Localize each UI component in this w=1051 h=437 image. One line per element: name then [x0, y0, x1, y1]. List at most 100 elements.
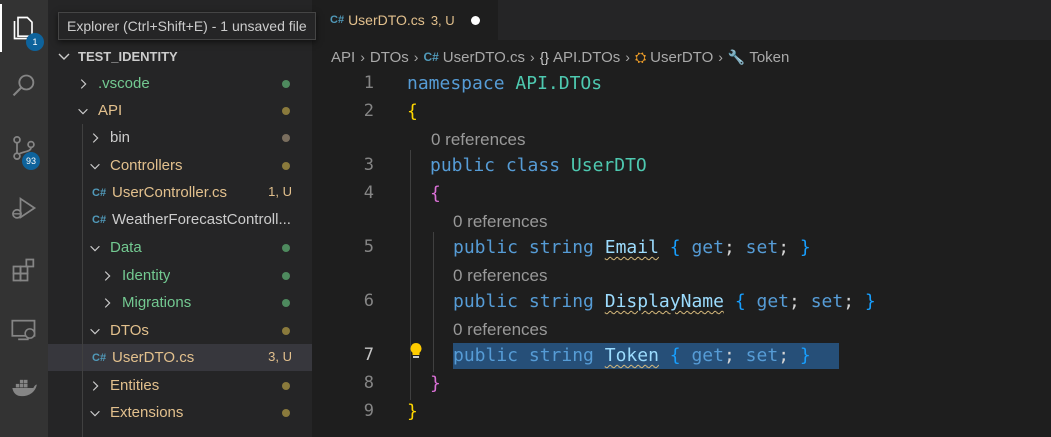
csharp-file-icon: C#	[92, 351, 107, 364]
codelens-references[interactable]: 0 references	[453, 266, 548, 286]
tree-item-label: Controllers	[110, 157, 183, 174]
workspace-header[interactable]: TEST_IDENTITY	[56, 45, 178, 67]
code-token: {	[669, 345, 681, 366]
tree-folder[interactable]: Identity	[48, 262, 312, 289]
line-number: 1	[363, 73, 374, 93]
git-status-dot	[282, 272, 290, 280]
code-token: get	[691, 345, 724, 366]
code-token: UserDTO	[570, 155, 647, 176]
code-token: Email	[604, 237, 659, 258]
tree-file[interactable]: C# UserDTO.cs 3, U	[48, 344, 312, 371]
code-token: ;	[789, 291, 800, 312]
code-token: public	[430, 155, 496, 176]
code-token: {	[734, 291, 746, 312]
code-token: ;	[723, 345, 735, 366]
breadcrumb-item[interactable]: UserDTO.cs	[443, 49, 525, 66]
explorer-activity-item[interactable]: 1	[0, 4, 48, 52]
code-token: }	[407, 401, 418, 422]
code-line-7[interactable]: public string Token { get; set; }	[453, 343, 811, 369]
docker-icon	[12, 379, 37, 397]
codelens-references[interactable]: 0 references	[431, 130, 526, 150]
explorer-sidebar: TEST_IDENTITY .vscode API bin Controllers C#…	[48, 0, 312, 437]
code-token: string	[528, 237, 594, 258]
csharp-file-icon: C#	[330, 14, 345, 26]
activity-bar: 1 93	[0, 0, 48, 437]
editor-area: C# UserDTO.cs 3, U API › DTOs › C# UserD…	[312, 0, 1051, 437]
code-line-6[interactable]: public string DisplayName { get; set; }	[453, 289, 876, 315]
code-line-2[interactable]: {	[407, 99, 418, 125]
run-debug-icon	[12, 197, 37, 219]
chevron-down-icon	[90, 245, 100, 251]
class-icon: ⛭	[634, 48, 647, 65]
tree-folder[interactable]: Extensions	[48, 399, 312, 426]
property-wrench-icon: 🔧	[727, 48, 746, 65]
code-line-8[interactable]: }	[430, 371, 441, 397]
code-token: }	[799, 237, 811, 258]
breadcrumb-item[interactable]: DTOs	[370, 49, 409, 66]
tree-folder[interactable]: API	[48, 97, 312, 124]
remote-explorer-activity-item[interactable]	[0, 306, 48, 354]
codelens-references[interactable]: 0 references	[453, 320, 548, 340]
git-status-dot	[282, 162, 290, 170]
tree-folder[interactable]: bin	[48, 124, 312, 151]
tab-label: UserDTO.cs	[348, 12, 425, 28]
code-line-4[interactable]: {	[430, 181, 441, 207]
tree-folder[interactable]: Controllers	[48, 152, 312, 179]
code-token: class	[505, 155, 561, 176]
tree-item-label: Identity	[122, 267, 171, 284]
tree-folder[interactable]: Data	[48, 234, 312, 261]
code-token: string	[528, 345, 594, 366]
code-token: Token	[604, 345, 659, 366]
code-token: namespace	[407, 73, 505, 94]
breadcrumb-item[interactable]: Token	[749, 49, 789, 66]
code-token: ;	[843, 291, 855, 312]
namespace-icon: {}	[539, 49, 550, 65]
csharp-file-icon: C#	[423, 50, 439, 64]
code-token: public	[453, 237, 519, 258]
indent-guide	[433, 232, 434, 372]
line-number: 3	[363, 155, 374, 175]
tree-indent-guide	[82, 124, 83, 437]
line-number: 2	[363, 101, 374, 121]
code-line-5[interactable]: public string Email { get; set; }	[453, 235, 811, 261]
breadcrumb-item[interactable]: API	[331, 49, 355, 66]
tab-status: 3, U	[430, 12, 455, 28]
breadcrumb-item[interactable]: API.DTOs	[553, 49, 620, 66]
code-token: {	[669, 237, 681, 258]
code-token: set	[745, 237, 779, 258]
tree-item-label: Migrations	[122, 294, 192, 311]
tree-folder[interactable]: DTOs	[48, 317, 312, 344]
git-status-dot	[282, 107, 290, 115]
source-control-activity-item[interactable]: 93	[0, 124, 48, 172]
chevron-right-icon: ›	[530, 49, 535, 65]
git-status-dot	[282, 80, 290, 88]
tree-folder[interactable]: Entities	[48, 372, 312, 399]
codelens-references[interactable]: 0 references	[453, 212, 548, 232]
tree-item-label: Entities	[110, 377, 160, 394]
search-activity-item[interactable]	[0, 62, 48, 110]
code-line-3[interactable]: public class UserDTO	[430, 153, 647, 179]
docker-activity-item[interactable]	[0, 364, 48, 412]
extensions-activity-item[interactable]	[0, 246, 48, 294]
tree-folder[interactable]: .vscode	[48, 70, 312, 97]
tree-file[interactable]: C# UserController.cs 1, U	[48, 179, 312, 206]
breadcrumb-item[interactable]: UserDTO	[650, 49, 713, 66]
chevron-right-icon: ›	[718, 49, 723, 65]
code-line-9[interactable]: }	[407, 399, 418, 425]
tree-item-label: DTOs	[110, 322, 149, 339]
code-line-1[interactable]: namespace API.DTOs	[407, 71, 602, 97]
tree-item-label: bin	[110, 129, 131, 146]
unsaved-dot-icon[interactable]	[470, 15, 480, 25]
tree-folder[interactable]: Migrations	[48, 289, 312, 316]
run-debug-activity-item[interactable]	[0, 184, 48, 232]
line-number: 4	[363, 183, 374, 203]
chevron-right-icon	[104, 297, 111, 308]
code-token: public	[453, 291, 519, 312]
lightbulb-icon[interactable]	[409, 342, 423, 360]
chevron-right-icon	[92, 380, 99, 391]
tab-userdto[interactable]: C# UserDTO.cs 3, U	[312, 0, 498, 40]
tree-item-label: WeatherForecastControll...	[112, 211, 291, 228]
source-control-badge: 93	[22, 152, 40, 170]
tree-file[interactable]: C# WeatherForecastControll...	[48, 206, 312, 233]
tree-item-label: Data	[110, 239, 142, 256]
